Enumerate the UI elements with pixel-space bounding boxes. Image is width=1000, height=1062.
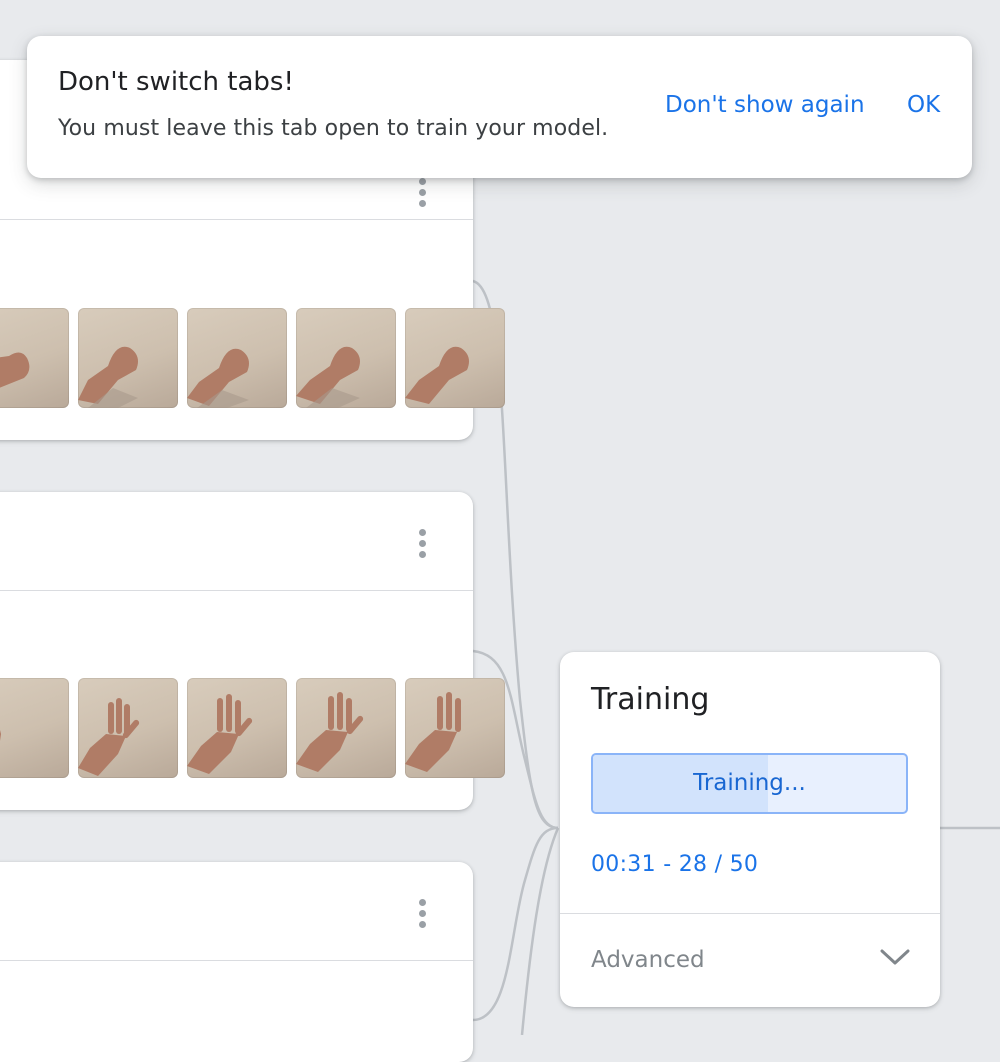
more-vert-icon[interactable] (412, 899, 432, 933)
advanced-label: Advanced (591, 947, 705, 973)
toast-title: Don't switch tabs! (58, 67, 294, 97)
training-title: Training (591, 682, 710, 717)
dont-show-again-button[interactable]: Don't show again (665, 92, 865, 118)
connector-line (472, 826, 559, 1022)
training-progress-text: 00:31 - 28 / 50 (591, 852, 759, 877)
toast-message: You must leave this tab open to train yo… (58, 116, 609, 141)
fist-hand-image (0, 308, 69, 408)
class-card (0, 862, 473, 1062)
fist-hand-image (405, 308, 505, 408)
more-vert-icon[interactable] (412, 529, 432, 563)
card-divider (0, 590, 473, 591)
advanced-toggle[interactable]: Advanced (560, 914, 940, 1007)
more-vert-icon[interactable] (412, 178, 432, 212)
open-hand-image (187, 678, 287, 778)
chevron-down-icon (880, 949, 910, 965)
open-hand-image (0, 678, 69, 778)
open-hand-image (405, 678, 505, 778)
fist-hand-image (78, 308, 178, 408)
fist-hand-image (296, 308, 396, 408)
connector-line (520, 827, 560, 1035)
open-hand-image (78, 678, 178, 778)
card-divider (0, 219, 473, 220)
training-button[interactable]: Training... (591, 753, 908, 814)
fist-hand-image (187, 308, 287, 408)
card-divider (0, 960, 473, 961)
class-card (0, 492, 505, 810)
open-hand-image (296, 678, 396, 778)
ok-button[interactable]: OK (907, 92, 940, 118)
training-button-label: Training... (693, 770, 806, 796)
training-card: Training Training... 00:31 - 28 / 50 Adv… (560, 652, 940, 1007)
toast-notification: Don't switch tabs! You must leave this t… (27, 36, 972, 178)
